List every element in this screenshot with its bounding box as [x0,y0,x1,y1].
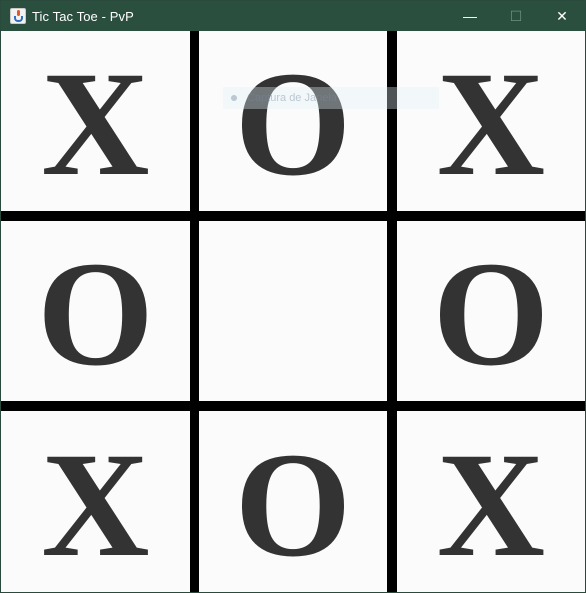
cell-mark: X [436,421,546,588]
title-bar[interactable]: Tic Tac Toe - PvP — ☐ ✕ [1,1,585,31]
maximize-button[interactable]: ☐ [493,1,539,31]
board-cell-7[interactable]: X [1,411,190,592]
board-cell-9[interactable]: X [397,411,585,592]
app-window: Tic Tac Toe - PvP — ☐ ✕ X O X O O X O X … [0,0,586,593]
board-cell-1[interactable]: X [1,31,190,211]
cell-mark: O [234,41,352,207]
cell-mark: O [234,421,352,588]
board-cell-6[interactable]: O [397,221,585,401]
board-cell-2[interactable]: O [199,31,387,211]
cell-mark: X [41,41,150,207]
window-title: Tic Tac Toe - PvP [32,8,134,24]
minimize-button[interactable]: — [447,1,493,31]
board-cell-5[interactable] [199,221,387,401]
java-cup-icon [10,8,26,24]
close-button[interactable]: ✕ [539,1,585,31]
cell-mark: O [37,231,154,397]
board-cell-4[interactable]: O [1,221,190,401]
board-cell-3[interactable]: X [397,31,585,211]
board-cell-8[interactable]: O [199,411,387,592]
cell-mark: O [432,231,550,397]
cell-mark: X [436,41,546,207]
game-board: X O X O O X O X [1,31,585,592]
cell-mark: X [41,421,150,588]
window-controls: — ☐ ✕ [447,1,585,31]
